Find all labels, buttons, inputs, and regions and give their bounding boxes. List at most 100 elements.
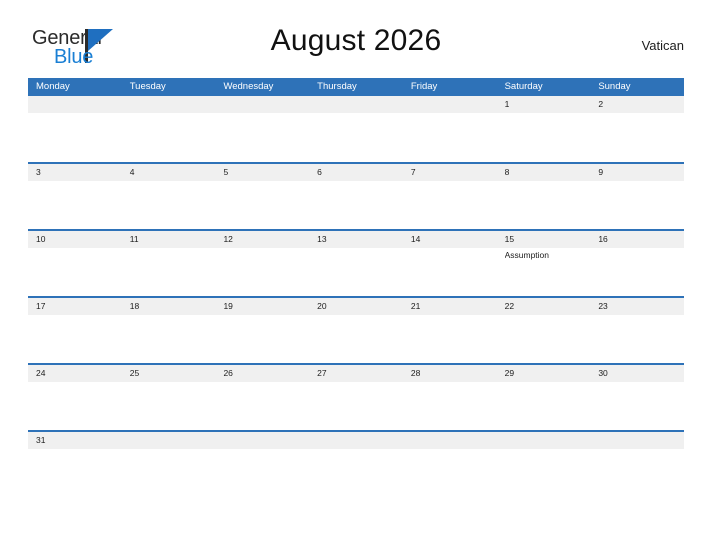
week-day-cells: 3 4 5 6 7 8 9 (28, 164, 684, 229)
calendar-week-row: 3 4 5 6 7 8 9 (28, 162, 684, 229)
day-cell[interactable]: 5 (215, 164, 309, 229)
day-cell[interactable]: 31 (28, 432, 122, 452)
day-number: 3 (36, 167, 41, 177)
day-number: 29 (504, 368, 515, 378)
day-number: 12 (223, 234, 233, 244)
day-number: 25 (129, 368, 140, 378)
day-cell[interactable]: 6 (309, 164, 403, 229)
day-number: 17 (36, 301, 46, 311)
day-cell[interactable]: 12 (215, 231, 309, 296)
day-number: 6 (317, 167, 322, 177)
calendar-week-row: 10 11 12 13 14 15 Assumption 16 (28, 229, 684, 296)
day-cell-empty (403, 432, 497, 452)
day-cell[interactable]: 25 (122, 365, 216, 430)
weekday-sunday: Sunday (598, 81, 631, 92)
day-cell[interactable]: 28 (403, 365, 497, 430)
day-number: 11 (129, 234, 139, 244)
day-cell-empty (497, 432, 591, 452)
day-cell[interactable]: 4 (122, 164, 216, 229)
week-day-cells: 10 11 12 13 14 15 Assumption 16 (28, 231, 684, 296)
weekday-tuesday: Tuesday (129, 81, 166, 92)
day-number: 2 (598, 99, 604, 109)
day-event-label: Assumption (504, 250, 550, 260)
day-cell[interactable]: 21 (403, 298, 497, 363)
day-cell[interactable]: 24 (28, 365, 122, 430)
weekday-monday: Monday (36, 81, 70, 92)
weekday-saturday: Saturday (504, 81, 543, 92)
day-cell-empty (122, 96, 216, 162)
weekday-thursday: Thursday (317, 81, 357, 92)
day-cell-empty (122, 432, 216, 452)
day-number: 19 (223, 301, 233, 311)
day-number: 15 (504, 234, 515, 244)
day-cell[interactable]: 30 (590, 365, 684, 430)
day-cell[interactable]: 10 (28, 231, 122, 296)
day-number: 13 (317, 234, 327, 244)
day-cell[interactable]: 2 (590, 96, 684, 162)
day-cell[interactable]: 1 (497, 96, 591, 162)
region-label: Vatican (641, 38, 684, 53)
day-cell[interactable]: 8 (497, 164, 591, 229)
day-cell[interactable]: 27 (309, 365, 403, 430)
day-number: 5 (223, 167, 229, 177)
day-cell[interactable]: 19 (215, 298, 309, 363)
day-cell[interactable]: 14 (403, 231, 497, 296)
day-cell-empty (309, 96, 403, 162)
page-title: August 2026 (270, 24, 442, 57)
week-day-cells: 24 25 26 27 28 29 30 (28, 365, 684, 430)
day-cell[interactable]: 29 (497, 365, 591, 430)
day-number: 4 (129, 167, 135, 177)
day-cell[interactable]: 9 (590, 164, 684, 229)
calendar-week-row: 31 (28, 430, 684, 452)
day-cell[interactable]: 13 (309, 231, 403, 296)
day-cell[interactable]: 7 (403, 164, 497, 229)
day-number: 27 (317, 368, 327, 378)
day-cell[interactable]: 23 (590, 298, 684, 363)
day-cell[interactable]: 17 (28, 298, 122, 363)
day-number: 30 (598, 368, 608, 378)
day-number: 8 (504, 167, 510, 177)
weekday-friday: Friday (410, 81, 438, 92)
day-cell-empty (215, 432, 309, 452)
day-cell[interactable]: 26 (215, 365, 309, 430)
calendar-week-row: 12 (28, 96, 684, 162)
week-day-cells: 12 (28, 96, 684, 162)
day-number: 18 (129, 301, 140, 311)
week-day-cells: 31 (28, 432, 684, 452)
day-cell[interactable]: 20 (309, 298, 403, 363)
day-number: 31 (36, 435, 46, 445)
day-number: 24 (36, 368, 46, 378)
calendar-weeks: 1 2 3 4 5 6 7 8 9 10 11 12 13 14 15 Assumption 16 17 18 19 2… (28, 96, 684, 452)
day-number: 22 (504, 301, 515, 311)
calendar-page: General Blue August 2026 Vatican Monday … (0, 0, 712, 550)
day-number: 21 (410, 301, 421, 311)
day-number: 20 (317, 301, 327, 311)
day-number: 28 (410, 368, 421, 378)
day-number: 23 (598, 301, 608, 311)
day-cell[interactable]: 16 (590, 231, 684, 296)
calendar-week-row: 24 25 26 27 28 29 30 (28, 363, 684, 430)
day-cell-empty (590, 432, 684, 452)
day-cell[interactable]: 3 (28, 164, 122, 229)
calendar-week-row: 17 18 19 20 21 22 23 (28, 296, 684, 363)
weekday-wednesday: Wednesday (223, 81, 274, 92)
day-cell[interactable]: 15 Assumption (497, 231, 591, 296)
day-number: 26 (223, 368, 233, 378)
page-header: General Blue August 2026 Vatican (28, 24, 684, 74)
day-number: 14 (410, 234, 421, 244)
day-cell-empty (28, 96, 122, 162)
day-cell[interactable]: 18 (122, 298, 216, 363)
day-cell-empty (403, 96, 497, 162)
day-cell-empty (309, 432, 403, 452)
day-cell-empty (215, 96, 309, 162)
day-number: 16 (598, 234, 608, 244)
weekday-header-row: Monday Tuesday Wednesday Thursday Friday… (28, 78, 684, 96)
day-number: 9 (598, 167, 604, 177)
day-number: 1 (504, 99, 510, 109)
day-cell[interactable]: 22 (497, 298, 591, 363)
day-number: 10 (36, 234, 46, 244)
calendar-grid: Monday Tuesday Wednesday Thursday Friday… (28, 78, 684, 452)
week-day-cells: 17 18 19 20 21 22 23 (28, 298, 684, 363)
day-number: 7 (410, 167, 416, 177)
day-cell[interactable]: 11 (122, 231, 216, 296)
